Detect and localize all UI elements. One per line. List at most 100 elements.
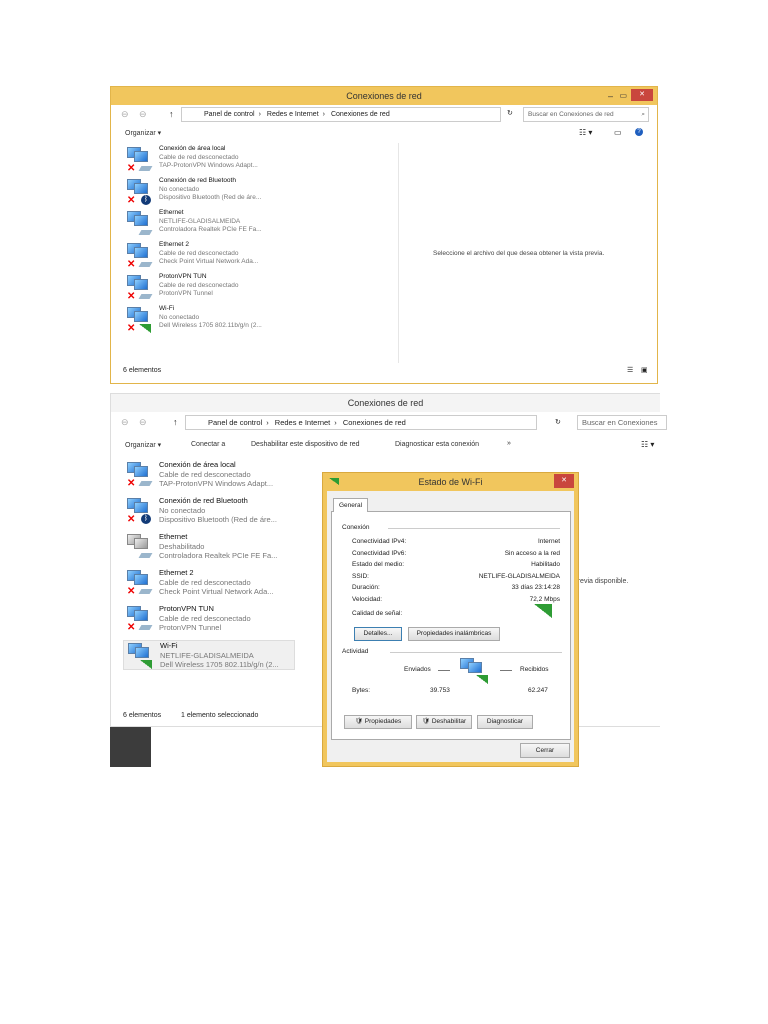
breadcrumb-connections[interactable]: Conexiones de red <box>331 111 390 118</box>
connection-name: Conexión de área local <box>159 460 236 469</box>
connection-name: Ethernet 2 <box>159 568 194 577</box>
connection-device: Check Point Virtual Network Ada... <box>159 258 259 265</box>
breadcrumb-connections[interactable]: Conexiones de red <box>343 418 406 427</box>
forward-icon[interactable]: ⊖ <box>139 109 147 120</box>
signal-icon <box>329 478 339 485</box>
more-commands-button[interactable]: » <box>507 440 511 447</box>
network-adapter-icon: ✕ <box>127 307 151 334</box>
tiles-view-icon[interactable]: ▣ <box>641 366 648 374</box>
network-cable-icon <box>138 262 153 267</box>
connection-status: No conectado <box>159 505 206 515</box>
divider <box>388 528 560 529</box>
connection-item[interactable]: Ethernet Deshabilitado Controladora Realte… <box>123 532 303 562</box>
connection-item[interactable]: ✕ ᛒ Conexión de red Bluetooth No conectado D… <box>123 496 303 526</box>
forward-icon[interactable]: ⊖ <box>139 417 147 428</box>
status-label: Duración: <box>352 584 380 591</box>
address-bar[interactable]: Panel de control › Redes e Internet › Cone… <box>181 107 501 122</box>
back-icon[interactable]: ⊖ <box>121 109 129 120</box>
view-options-icon[interactable]: ☷ ▾ <box>579 128 592 137</box>
preview-divider[interactable] <box>398 143 399 363</box>
preview-pane-icon[interactable]: ▭ <box>614 128 622 137</box>
status-label: Conectividad IPv6: <box>352 549 407 557</box>
dialog-title: Estado de Wi-Fi <box>418 477 483 487</box>
search-input[interactable]: Buscar en Conexiones <box>577 415 667 430</box>
connection-item[interactable]: ✕ Conexión de área local Cable de red desc… <box>123 145 303 175</box>
divider <box>438 670 450 671</box>
breadcrumb-network[interactable]: Redes e Internet <box>267 111 319 118</box>
network-adapter-icon: ✕ <box>127 275 153 302</box>
activity-heading: Actividad <box>342 648 369 655</box>
bytes-label: Bytes: <box>352 687 371 694</box>
diagnose-button[interactable]: Diagnosticar <box>477 715 533 729</box>
received-label: Recibidos <box>520 666 549 673</box>
network-cable-icon <box>138 294 153 299</box>
up-icon[interactable]: ↑ <box>173 417 178 427</box>
bluetooth-icon: ᛒ <box>141 514 151 524</box>
tab-general[interactable]: General <box>333 498 368 512</box>
status-row: Conectividad IPv4: Internet <box>352 538 560 546</box>
connection-item[interactable]: Wi-Fi NETLIFE-GLADISALMEIDA Dell Wireless … <box>123 640 295 670</box>
connection-item[interactable]: ✕ Conexión de área local Cable de red desc… <box>123 460 303 490</box>
signal-quality-icon <box>534 604 552 618</box>
organize-menu[interactable]: Organizar ▾ <box>125 441 161 449</box>
status-row: Estado del medio: Habilitado <box>352 561 560 569</box>
divider <box>500 670 512 671</box>
search-input[interactable]: Buscar en Conexiones de red ⌕ <box>523 107 649 122</box>
connection-status: No conectado <box>159 185 200 193</box>
connection-name: Ethernet <box>159 209 184 216</box>
connection-name: Conexión de red Bluetooth <box>159 496 248 505</box>
status-value: Internet <box>537 538 560 545</box>
title-bar: Conexiones de red <box>111 394 660 412</box>
connection-device: Dispositivo Bluetooth (Red de áre... <box>159 194 262 201</box>
refresh-icon[interactable]: ↻ <box>555 418 561 426</box>
connection-name: Ethernet 2 <box>159 241 189 248</box>
status-value: Habilitado <box>531 561 560 568</box>
status-row: Duración: 33 días 23:14:28 <box>352 584 560 592</box>
connection-item[interactable]: ✕ Ethernet 2 Cable de red desconectado Chec… <box>123 241 303 271</box>
properties-button[interactable]: 🛡 Propiedades <box>344 715 412 729</box>
address-bar[interactable]: Panel de control › Redes e Internet › Cone… <box>185 415 537 430</box>
diagnose-button[interactable]: Diagnosticar esta conexión <box>395 441 479 448</box>
connection-item[interactable]: ✕ Ethernet 2 Cable de red desconectado Chec… <box>123 568 303 598</box>
close-button[interactable]: ✕ <box>554 474 574 488</box>
back-icon[interactable]: ⊖ <box>121 417 129 428</box>
close-dialog-button[interactable]: Cerrar <box>520 743 570 758</box>
connection-item[interactable]: Ethernet NETLIFE-GLADISALMEIDA Controlador… <box>123 209 303 239</box>
connection-item[interactable]: ✕ ᛒ Conexión de red Bluetooth No conectado D… <box>123 177 303 207</box>
minimize-button[interactable]: – <box>608 87 613 105</box>
close-button[interactable]: ✕ <box>631 89 653 101</box>
sent-label: Enviados <box>404 666 431 673</box>
up-icon[interactable]: ↑ <box>169 109 174 119</box>
wireless-properties-button[interactable]: Propiedades inalámbricas <box>408 627 500 641</box>
breadcrumb-control-panel[interactable]: Panel de control <box>208 418 262 427</box>
status-label: SSID: <box>352 572 369 580</box>
wifi-status-dialog: Estado de Wi-Fi ✕ General Conexión Conec… <box>322 472 579 767</box>
connection-item[interactable]: ✕ ProtonVPN TUN Cable de red desconectado P… <box>123 604 303 634</box>
connection-device: Dispositivo Bluetooth (Red de áre... <box>159 515 277 524</box>
breadcrumb-network[interactable]: Redes e Internet <box>275 418 330 427</box>
connection-device: TAP-ProtonVPN Windows Adapt... <box>159 479 274 488</box>
disable-button[interactable]: 🛡 Deshabilitar <box>416 715 472 729</box>
divider <box>390 652 562 653</box>
window-title: Conexiones de red <box>347 398 424 408</box>
disconnected-icon: ✕ <box>127 514 136 525</box>
network-cable-icon <box>138 553 153 558</box>
help-icon[interactable]: ? <box>635 128 643 136</box>
connection-name: Wi-Fi <box>160 641 178 650</box>
connect-to-button[interactable]: Conectar a <box>191 441 225 448</box>
details-button[interactable]: Detalles... <box>354 627 402 641</box>
status-label: Estado del medio: <box>352 561 405 568</box>
connection-device: Dell Wireless 1705 802.11b/g/n (2... <box>160 660 279 669</box>
maximize-button[interactable]: ▭ <box>619 87 627 105</box>
details-view-icon[interactable]: ☰ <box>627 366 633 374</box>
disable-device-button[interactable]: Deshabilitar este dispositivo de red <box>251 441 360 448</box>
status-row: SSID: NETLIFE-GLADISALMEIDA <box>352 573 560 581</box>
connection-item[interactable]: ✕ Wi-Fi No conectado Dell Wireless 1705 802… <box>123 305 303 335</box>
view-options-icon[interactable]: ☷ ▾ <box>641 440 654 449</box>
breadcrumb-control-panel[interactable]: Panel de control <box>204 111 255 118</box>
refresh-icon[interactable]: ↻ <box>507 109 513 117</box>
connection-item[interactable]: ✕ ProtonVPN TUN Cable de red desconectado P… <box>123 273 303 303</box>
organize-menu[interactable]: Organizar ▾ <box>125 129 161 137</box>
network-cable-icon <box>138 166 153 171</box>
status-row: Conectividad IPv6: Sin acceso a la red <box>352 550 560 558</box>
